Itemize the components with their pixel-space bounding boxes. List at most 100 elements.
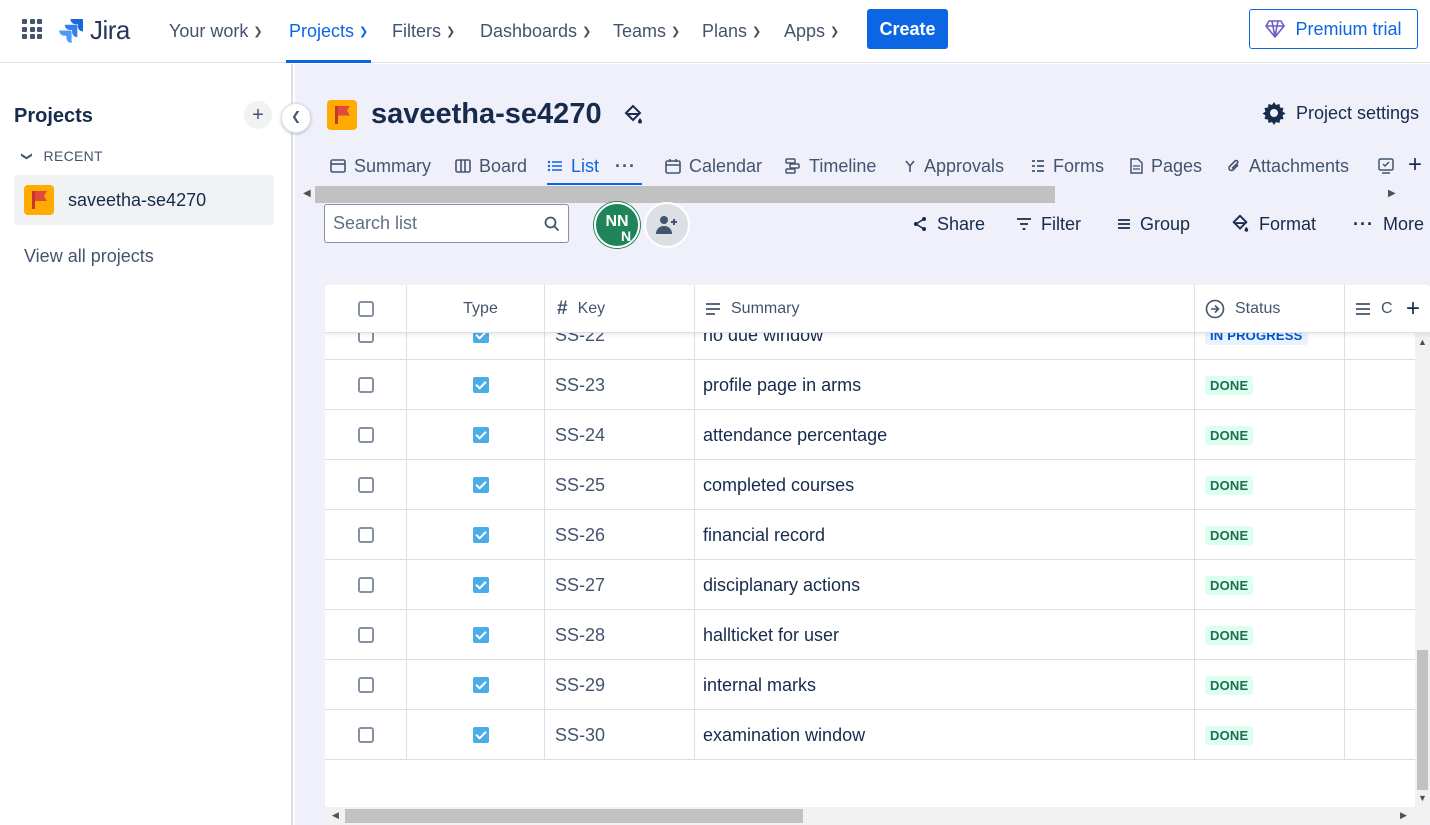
table-row[interactable]: SS-30 examination window DONE: [325, 710, 1415, 760]
scroll-up-arrow-icon[interactable]: ▲: [1418, 337, 1427, 347]
premium-trial-button[interactable]: Premium trial: [1249, 9, 1418, 49]
status-badge[interactable]: DONE: [1205, 675, 1254, 695]
table-row[interactable]: SS-29 internal marks DONE: [325, 660, 1415, 710]
status-cell[interactable]: DONE: [1195, 410, 1345, 460]
tab-calendar[interactable]: Calendar: [665, 148, 762, 184]
tab-attachments[interactable]: Attachments: [1227, 148, 1349, 184]
table-horizontal-scrollbar[interactable]: ◀ ▶: [325, 807, 1430, 825]
nav-projects[interactable]: Projects ❯: [286, 0, 372, 63]
nav-your-work[interactable]: Your work ❯: [169, 0, 263, 63]
row-checkbox[interactable]: [357, 727, 374, 743]
create-button[interactable]: Create: [867, 9, 948, 49]
tabs-scrollbar-thumb[interactable]: [315, 186, 1055, 203]
sidebar-item-project[interactable]: saveetha-se4270: [14, 175, 274, 225]
status-badge[interactable]: DONE: [1205, 425, 1254, 445]
row-checkbox[interactable]: [357, 427, 374, 443]
tab-list[interactable]: List ···: [547, 148, 642, 185]
issue-key[interactable]: SS-29: [555, 675, 605, 696]
status-badge[interactable]: DONE: [1205, 475, 1254, 495]
summary-cell[interactable]: profile page in arms: [695, 360, 1195, 410]
table-vertical-scrollbar[interactable]: ▲ ▼: [1415, 333, 1430, 807]
add-people-button[interactable]: [644, 202, 690, 248]
summary-cell[interactable]: disciplanary actions: [695, 560, 1195, 610]
share-button[interactable]: Share: [912, 212, 985, 236]
key-cell[interactable]: SS-28: [545, 610, 695, 660]
column-header-status[interactable]: Status: [1195, 285, 1345, 333]
add-column-button[interactable]: +: [1406, 295, 1420, 323]
issue-summary[interactable]: financial record: [703, 525, 825, 546]
summary-cell[interactable]: examination window: [695, 710, 1195, 760]
jira-logo[interactable]: Jira: [58, 15, 130, 46]
paint-bucket-icon[interactable]: [622, 104, 644, 126]
horizontal-scrollbar-thumb[interactable]: [345, 809, 803, 823]
key-cell[interactable]: SS-27: [545, 560, 695, 610]
collapse-sidebar-button[interactable]: ❯: [281, 103, 311, 133]
recent-section-toggle[interactable]: ❯ RECENT: [20, 148, 103, 164]
tabs-scrollbar[interactable]: ◀ ▶: [300, 186, 1396, 203]
column-header-summary[interactable]: Summary: [695, 285, 1195, 333]
format-button[interactable]: Format: [1230, 212, 1316, 236]
issue-summary[interactable]: completed courses: [703, 475, 854, 496]
status-badge[interactable]: DONE: [1205, 525, 1254, 545]
issue-summary[interactable]: disciplanary actions: [703, 575, 860, 596]
more-options-icon[interactable]: ···: [615, 156, 636, 177]
status-badge[interactable]: DONE: [1205, 375, 1254, 395]
row-checkbox[interactable]: [357, 627, 374, 643]
table-row[interactable]: SS-23 profile page in arms DONE: [325, 360, 1415, 410]
key-cell[interactable]: SS-29: [545, 660, 695, 710]
app-switcher-icon[interactable]: [22, 19, 42, 39]
issue-key[interactable]: SS-27: [555, 575, 605, 596]
summary-cell[interactable]: completed courses: [695, 460, 1195, 510]
issue-key[interactable]: SS-28: [555, 625, 605, 646]
nav-teams[interactable]: Teams ❯: [613, 0, 680, 63]
issue-summary[interactable]: examination window: [703, 725, 865, 746]
scroll-down-arrow-icon[interactable]: ▼: [1418, 793, 1427, 803]
scroll-left-arrow-icon[interactable]: ◀: [332, 810, 339, 821]
key-cell[interactable]: SS-23: [545, 360, 695, 410]
summary-cell[interactable]: financial record: [695, 510, 1195, 560]
tab-summary[interactable]: Summary: [330, 148, 431, 184]
nav-filters[interactable]: Filters ❯: [392, 0, 455, 63]
table-row[interactable]: SS-28 hallticket for user DONE: [325, 610, 1415, 660]
key-cell[interactable]: SS-26: [545, 510, 695, 560]
issue-key[interactable]: SS-26: [555, 525, 605, 546]
issue-key[interactable]: SS-24: [555, 425, 605, 446]
tab-approvals[interactable]: Approvals: [904, 148, 1004, 184]
key-cell[interactable]: SS-24: [545, 410, 695, 460]
add-project-button[interactable]: +: [244, 101, 272, 129]
row-checkbox[interactable]: [357, 527, 374, 543]
avatar[interactable]: NN: [594, 202, 640, 248]
status-cell[interactable]: DONE: [1195, 660, 1345, 710]
status-cell[interactable]: DONE: [1195, 510, 1345, 560]
tab-pages[interactable]: Pages: [1130, 148, 1202, 184]
status-badge[interactable]: DONE: [1205, 625, 1254, 645]
status-cell[interactable]: DONE: [1195, 560, 1345, 610]
issue-summary[interactable]: internal marks: [703, 675, 816, 696]
key-cell[interactable]: SS-30: [545, 710, 695, 760]
key-cell[interactable]: SS-25: [545, 460, 695, 510]
status-cell[interactable]: DONE: [1195, 610, 1345, 660]
nav-dashboards[interactable]: Dashboards ❯: [480, 0, 591, 63]
column-header-key[interactable]: # Key: [545, 285, 695, 333]
project-settings-button[interactable]: Project settings: [1262, 101, 1419, 125]
add-tab-button[interactable]: +: [1408, 151, 1422, 179]
status-badge[interactable]: DONE: [1205, 575, 1254, 595]
select-all-checkbox[interactable]: [357, 301, 374, 317]
table-row[interactable]: SS-24 attendance percentage DONE: [325, 410, 1415, 460]
more-button[interactable]: ··· More: [1353, 212, 1424, 236]
column-header-extra[interactable]: C: [1345, 285, 1405, 333]
issue-key[interactable]: SS-30: [555, 725, 605, 746]
group-button[interactable]: Group: [1117, 212, 1190, 236]
summary-cell[interactable]: internal marks: [695, 660, 1195, 710]
status-cell[interactable]: DONE: [1195, 460, 1345, 510]
status-cell[interactable]: DONE: [1195, 710, 1345, 760]
scroll-right-arrow-icon[interactable]: ▶: [1388, 188, 1396, 199]
row-checkbox[interactable]: [357, 377, 374, 393]
scroll-right-arrow-icon[interactable]: ▶: [1400, 810, 1407, 821]
nav-apps[interactable]: Apps ❯: [784, 0, 839, 63]
issue-summary[interactable]: profile page in arms: [703, 375, 861, 396]
search-list-input[interactable]: Search list: [324, 204, 569, 243]
tab-forms[interactable]: Forms: [1031, 148, 1104, 184]
row-checkbox[interactable]: [357, 677, 374, 693]
issue-summary[interactable]: hallticket for user: [703, 625, 839, 646]
